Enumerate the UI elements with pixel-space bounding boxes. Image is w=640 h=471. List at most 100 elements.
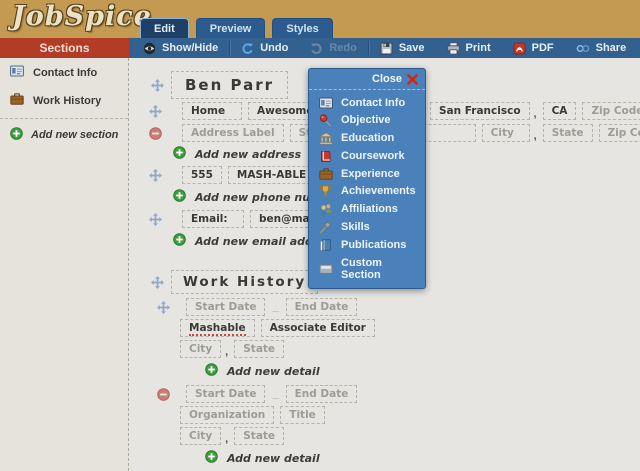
remove-minus-icon[interactable] bbox=[149, 126, 162, 140]
move-handle-icon[interactable] bbox=[157, 300, 170, 314]
city-field[interactable]: City bbox=[180, 427, 222, 445]
phone-area-field[interactable]: 555 bbox=[182, 166, 222, 184]
job-dates-row: Start Date _ End Date bbox=[157, 298, 640, 316]
tab-preview[interactable]: Preview bbox=[195, 18, 266, 38]
panel-icon bbox=[319, 263, 333, 275]
sidebar-item-contact-info[interactable]: Contact Info bbox=[0, 58, 128, 86]
add-new-address-label: Add new address bbox=[195, 147, 302, 161]
move-handle-icon[interactable] bbox=[151, 78, 164, 92]
hammer-icon bbox=[319, 220, 333, 234]
end-date-field[interactable]: End Date bbox=[285, 298, 358, 316]
popup-item-skills[interactable]: Skills bbox=[309, 218, 425, 236]
add-new-detail-button[interactable]: Add new detail bbox=[205, 363, 640, 379]
section-title-field[interactable]: Work History bbox=[171, 270, 319, 294]
popup-item-contact-info[interactable]: Contact Info bbox=[309, 94, 425, 111]
print-label: Print bbox=[465, 42, 491, 54]
end-date-field[interactable]: End Date bbox=[285, 385, 358, 403]
popup-item-objective[interactable]: Objective bbox=[309, 111, 425, 129]
briefcase-icon bbox=[10, 93, 24, 108]
comma-separator: , bbox=[225, 346, 229, 358]
sidebar-divider bbox=[0, 118, 128, 119]
state-field[interactable]: CA bbox=[542, 102, 577, 120]
name-field[interactable]: Ben Parr bbox=[171, 71, 289, 99]
share-link-icon bbox=[576, 42, 590, 55]
address-label-field[interactable]: Address Label bbox=[182, 124, 284, 142]
add-new-section-button[interactable]: Add new section bbox=[0, 121, 128, 149]
state-field[interactable]: State bbox=[234, 340, 285, 358]
phone-number-field[interactable]: MASH-ABLE bbox=[227, 166, 316, 184]
date-separator: _ bbox=[272, 301, 279, 313]
toolbar-buttons: Show/Hide Undo Redo Save Print PDF Share bbox=[129, 38, 640, 58]
school-building-icon bbox=[319, 131, 333, 145]
add-new-detail-label: Add new detail bbox=[227, 451, 320, 465]
email-label-field[interactable]: Email: bbox=[182, 210, 244, 228]
add-plus-icon bbox=[173, 233, 186, 249]
city-field[interactable]: City bbox=[481, 124, 530, 142]
undo-icon bbox=[241, 42, 254, 55]
popup-item-custom-section[interactable]: Custom Section bbox=[309, 254, 425, 283]
pdf-button[interactable]: PDF bbox=[502, 38, 565, 58]
state-field[interactable]: State bbox=[234, 427, 285, 445]
comma-separator: , bbox=[225, 433, 229, 445]
popup-item-label: Publications bbox=[341, 239, 407, 251]
start-date-field[interactable]: Start Date bbox=[186, 385, 266, 403]
remove-minus-icon[interactable] bbox=[157, 387, 170, 401]
job-title-field[interactable]: Title bbox=[280, 406, 325, 424]
state-field[interactable]: State bbox=[542, 124, 593, 142]
job-location-row: City , State bbox=[180, 427, 640, 445]
add-plus-icon bbox=[205, 363, 218, 379]
undo-button[interactable]: Undo bbox=[230, 38, 299, 58]
move-handle-icon[interactable] bbox=[149, 212, 162, 226]
start-date-field[interactable]: Start Date bbox=[186, 298, 266, 316]
popup-item-experience[interactable]: Experience bbox=[309, 165, 425, 182]
app-header: JobSpice Edit Preview Styles bbox=[0, 0, 640, 38]
redo-icon bbox=[310, 42, 323, 55]
share-button[interactable]: Share bbox=[565, 38, 638, 58]
address-label-field[interactable]: Home bbox=[182, 102, 242, 120]
comma-separator: , bbox=[533, 108, 537, 120]
job-org-row: Organization Title bbox=[180, 406, 640, 424]
tab-styles[interactable]: Styles bbox=[272, 18, 333, 38]
show-hide-button[interactable]: Show/Hide bbox=[129, 38, 229, 58]
popup-item-education[interactable]: Education bbox=[309, 129, 425, 147]
sections-sidebar: Contact Info Work History Add new sectio… bbox=[0, 58, 129, 471]
eye-icon bbox=[143, 42, 156, 55]
job-title-field[interactable]: Associate Editor bbox=[260, 319, 375, 337]
add-new-detail-button[interactable]: Add new detail bbox=[205, 450, 640, 466]
pdf-icon bbox=[513, 42, 526, 55]
popup-item-list: Contact Info Objective Education Coursew… bbox=[309, 90, 425, 288]
misspelled-word: Mashable bbox=[189, 322, 246, 336]
close-button[interactable]: Close bbox=[372, 73, 402, 85]
job-org-row: Mashable Associate Editor bbox=[180, 319, 640, 337]
popup-item-coursework[interactable]: Coursework bbox=[309, 147, 425, 165]
toolbar: Sections Show/Hide Undo Redo Save Print … bbox=[0, 38, 640, 58]
city-field[interactable]: City bbox=[180, 340, 222, 358]
show-hide-label: Show/Hide bbox=[162, 42, 219, 54]
sidebar-item-work-history[interactable]: Work History bbox=[0, 86, 128, 114]
popup-item-publications[interactable]: Publications bbox=[309, 236, 425, 254]
trophy-icon bbox=[319, 185, 333, 198]
share-label: Share bbox=[595, 42, 627, 54]
jobspice-logo: JobSpice bbox=[12, 1, 152, 32]
tab-edit[interactable]: Edit bbox=[140, 18, 189, 38]
close-x-icon[interactable] bbox=[407, 73, 418, 85]
move-handle-icon[interactable] bbox=[149, 168, 162, 182]
redo-label: Redo bbox=[329, 42, 357, 54]
redo-button[interactable]: Redo bbox=[299, 38, 368, 58]
move-handle-icon[interactable] bbox=[149, 104, 162, 118]
add-plus-icon bbox=[10, 127, 23, 143]
popup-item-affiliations[interactable]: Affiliations bbox=[309, 200, 425, 218]
add-plus-icon bbox=[173, 189, 186, 205]
city-field[interactable]: San Francisco bbox=[430, 102, 530, 120]
zip-field[interactable]: Zip Code bbox=[598, 124, 640, 142]
popup-item-achievements[interactable]: Achievements bbox=[309, 182, 425, 200]
save-button[interactable]: Save bbox=[369, 38, 436, 58]
organization-field[interactable]: Organization bbox=[180, 406, 275, 424]
print-button[interactable]: Print bbox=[436, 38, 502, 58]
zip-field[interactable]: Zip Code bbox=[582, 102, 640, 120]
popup-item-label: Objective bbox=[341, 114, 391, 126]
move-handle-icon[interactable] bbox=[151, 275, 164, 289]
jobspice-app: JobSpice Edit Preview Styles Sections Sh… bbox=[0, 0, 640, 471]
popup-item-label: Affiliations bbox=[341, 203, 398, 215]
organization-field[interactable]: Mashable bbox=[180, 319, 255, 337]
